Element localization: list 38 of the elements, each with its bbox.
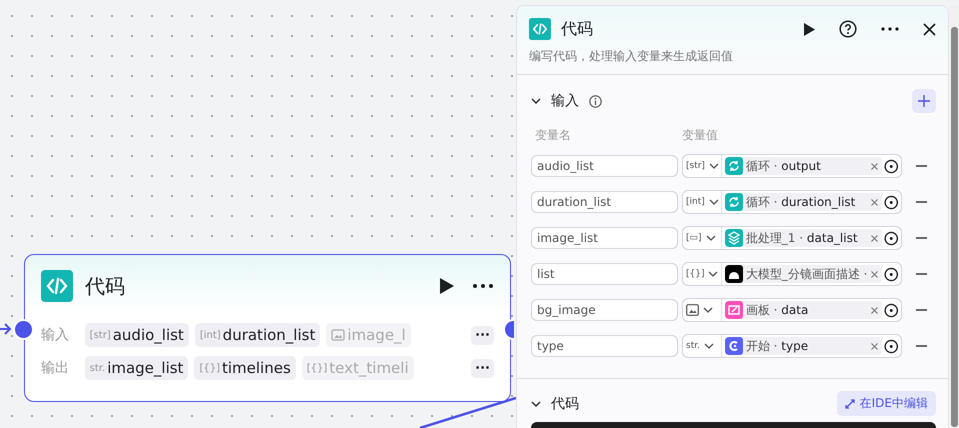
type-label: [int]: [686, 197, 705, 207]
edit-in-ide-button[interactable]: 在IDE中编辑: [836, 391, 936, 416]
value-field[interactable]: 画板 · data: [682, 298, 902, 322]
section-title: 代码: [551, 394, 579, 412]
more-button[interactable]: ···: [471, 358, 494, 378]
value-field[interactable]: [int] 循环 · duration_list: [682, 190, 902, 214]
variable-chip: [{}]text_timeli: [302, 356, 414, 380]
reference-text: 开始 · type: [746, 338, 810, 354]
panel-title: 代码: [561, 18, 593, 40]
type-label: [▭]: [686, 233, 702, 243]
reference-text: 批处理_1 · data_list: [746, 230, 859, 246]
value-field[interactable]: [str] 循环 · output: [682, 154, 902, 178]
more-button[interactable]: ···: [471, 326, 494, 344]
reference-text: 大模型_分镜画面描述 ·: [746, 266, 868, 282]
value-field[interactable]: [▭] 批处理_1 · data_list: [682, 226, 902, 250]
column-header: 变量值: [682, 127, 718, 144]
name-field[interactable]: duration_list: [531, 191, 678, 213]
name-field[interactable]: bg_image: [531, 299, 678, 321]
name-field[interactable]: list: [531, 263, 678, 285]
type-label: str.: [686, 341, 700, 351]
inputs-label: 输入: [41, 326, 70, 344]
reference-text: 循环 · duration_list: [746, 194, 856, 210]
section-title: 输入: [551, 92, 579, 110]
variable-chip: image_l: [326, 323, 411, 347]
name-field[interactable]: type: [531, 335, 678, 357]
node-title: 代码: [85, 272, 125, 300]
variable-chip: [{}]timelines: [194, 356, 296, 380]
type-label: [str]: [686, 161, 705, 171]
name-field[interactable]: audio_list: [531, 155, 678, 177]
column-header: 变量名: [535, 127, 572, 144]
panel-description: 编写代码，处理输入变量来生成返回值: [529, 48, 734, 65]
type-label: [{}]: [686, 269, 704, 279]
value-field[interactable]: str. 开始 · type: [682, 334, 902, 358]
reference-text: 画板 · data: [746, 302, 810, 318]
reference-text: 循环 · output: [746, 158, 822, 174]
outputs-label: 输出: [41, 359, 70, 377]
name-field[interactable]: image_list: [531, 227, 678, 249]
value-field[interactable]: [{}] 大模型_分镜画面描述 ·: [682, 262, 902, 286]
